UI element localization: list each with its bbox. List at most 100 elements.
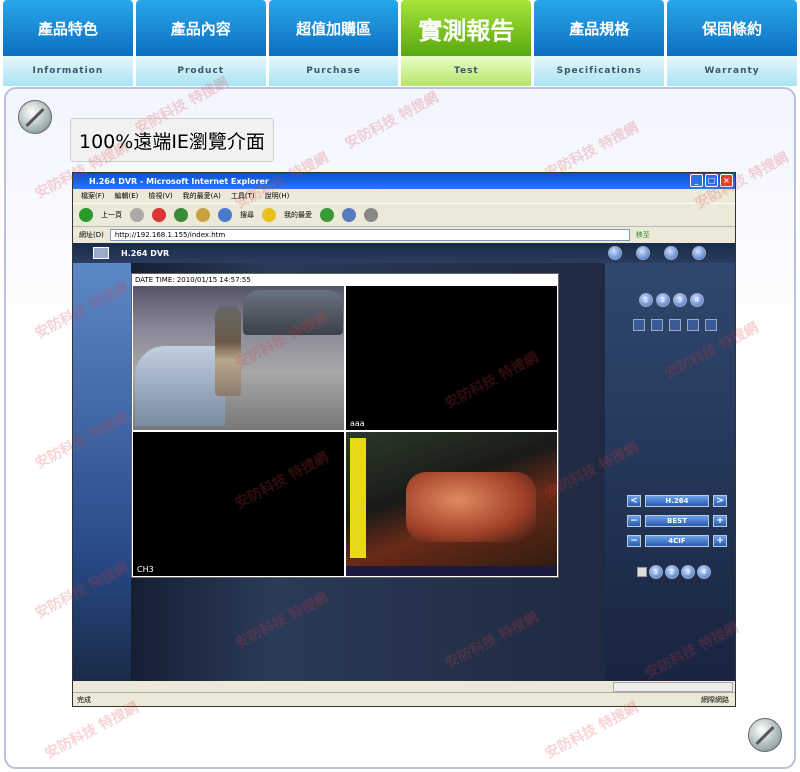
ie-menubar: 檔案(F) 編輯(E) 檢視(V) 我的最愛(A) 工具(T) 說明(H) bbox=[73, 189, 735, 203]
speaker-icon[interactable] bbox=[637, 567, 647, 577]
snapshot-icon[interactable] bbox=[705, 319, 717, 331]
tab-sublabel: Product bbox=[135, 56, 266, 86]
car-shape bbox=[243, 290, 343, 335]
tab-information[interactable]: 產品特色 Information bbox=[3, 0, 133, 86]
play-icon[interactable] bbox=[636, 246, 650, 260]
tab-label: 超值加購區 bbox=[268, 0, 399, 56]
car-shape bbox=[135, 346, 225, 426]
close-icon[interactable]: × bbox=[720, 174, 733, 187]
status-text: 完成 bbox=[77, 695, 91, 704]
url-text: http://192.168.1.155/index.htm bbox=[114, 231, 226, 239]
audio-row: 1 2 3 4 bbox=[637, 565, 711, 579]
tv-ticker bbox=[346, 566, 557, 576]
forward-icon[interactable] bbox=[130, 208, 144, 222]
audio-channel-button[interactable]: 4 bbox=[697, 565, 711, 579]
back-icon[interactable] bbox=[79, 208, 93, 222]
dvr-left-panel bbox=[73, 263, 131, 681]
minus-button[interactable]: − bbox=[627, 515, 641, 527]
window-controls: _ □ × bbox=[690, 174, 733, 187]
prev-button[interactable]: < bbox=[627, 495, 641, 507]
top-nav: 產品特色 Information 產品內容 Product 超值加購區 Purc… bbox=[0, 0, 800, 86]
home-icon[interactable] bbox=[196, 208, 210, 222]
tv-banner bbox=[350, 438, 366, 558]
favorites-label[interactable]: 我的最愛 bbox=[284, 210, 312, 220]
minus-button[interactable]: − bbox=[627, 535, 641, 547]
search-icon[interactable] bbox=[218, 208, 232, 222]
tab-specifications[interactable]: 產品規格 Specifications bbox=[534, 0, 665, 86]
history-icon[interactable] bbox=[320, 208, 334, 222]
maximize-icon[interactable]: □ bbox=[705, 174, 718, 187]
quality-row: − BEST + bbox=[627, 515, 727, 527]
single-layout-icon[interactable] bbox=[651, 319, 663, 331]
quad-layout-icon[interactable] bbox=[633, 319, 645, 331]
menu-favorites[interactable]: 我的最愛(A) bbox=[183, 191, 221, 201]
address-label: 網址(D) bbox=[79, 231, 104, 239]
refresh-icon[interactable] bbox=[174, 208, 188, 222]
codec-row: < H.264 > bbox=[627, 495, 727, 507]
camera-label: CH3 bbox=[137, 565, 154, 574]
page-caption: 100%遠端IE瀏覽介面 bbox=[70, 118, 274, 162]
channel-button[interactable]: 3 bbox=[673, 293, 687, 307]
camera-ch4[interactable] bbox=[346, 432, 557, 576]
status-zone: 網際網路 bbox=[701, 695, 729, 704]
menu-file[interactable]: 檔案(F) bbox=[81, 191, 105, 201]
tab-test[interactable]: 實測報告 Test bbox=[401, 0, 532, 86]
tab-label: 保固條約 bbox=[667, 0, 797, 56]
zoom-in-icon[interactable] bbox=[669, 319, 681, 331]
audio-channel-button[interactable]: 3 bbox=[681, 565, 695, 579]
channel-button[interactable]: 2 bbox=[656, 293, 670, 307]
zoom-out-icon[interactable] bbox=[687, 319, 699, 331]
menu-help[interactable]: 說明(H) bbox=[265, 191, 290, 201]
channel-button[interactable]: 4 bbox=[690, 293, 704, 307]
ie-toolbar: 上一頁 搜尋 我的最愛 bbox=[73, 203, 735, 227]
favorites-icon[interactable] bbox=[262, 208, 276, 222]
ie-statusbar: 完成 網際網路 bbox=[73, 692, 735, 706]
bolt-icon bbox=[748, 718, 782, 752]
ie-window: H.264 DVR - Microsoft Internet Explorer … bbox=[72, 172, 736, 707]
tab-warranty[interactable]: 保固條約 Warranty bbox=[667, 0, 797, 86]
channel-button[interactable]: 1 bbox=[639, 293, 653, 307]
resolution-value: 4CIF bbox=[645, 535, 709, 547]
tab-product[interactable]: 產品內容 Product bbox=[135, 0, 266, 86]
camera-ch2[interactable]: aaa bbox=[346, 286, 557, 430]
camera-grid: DATE TIME: 2010/01/15 14:57:55 aaa CH3 bbox=[131, 273, 559, 578]
channel-buttons: 1 2 3 4 bbox=[639, 293, 704, 307]
quality-value: BEST bbox=[645, 515, 709, 527]
network-icon[interactable] bbox=[692, 246, 706, 260]
home-icon[interactable] bbox=[608, 246, 622, 260]
tab-label: 產品內容 bbox=[135, 0, 266, 56]
dvr-title: H.264 DVR bbox=[121, 248, 170, 258]
mail-icon[interactable] bbox=[342, 208, 356, 222]
ie-addressbar: 網址(D) http://192.168.1.155/index.htm 移至 bbox=[73, 227, 735, 243]
minimize-icon[interactable]: _ bbox=[690, 174, 703, 187]
audio-channel-button[interactable]: 2 bbox=[665, 565, 679, 579]
go-button[interactable]: 移至 bbox=[636, 230, 650, 240]
resolution-row: − 4CIF + bbox=[627, 535, 727, 547]
tab-label: 產品特色 bbox=[3, 0, 133, 56]
menu-edit[interactable]: 編輯(E) bbox=[115, 191, 139, 201]
camera-ch1[interactable] bbox=[133, 286, 344, 430]
plus-button[interactable]: + bbox=[713, 515, 727, 527]
next-button[interactable]: > bbox=[713, 495, 727, 507]
url-field[interactable]: http://192.168.1.155/index.htm bbox=[109, 229, 630, 241]
print-icon[interactable] bbox=[364, 208, 378, 222]
bolt-icon bbox=[18, 100, 52, 134]
camera-label: aaa bbox=[350, 419, 365, 428]
tab-sublabel: Test bbox=[401, 56, 532, 86]
search-label[interactable]: 搜尋 bbox=[240, 210, 254, 220]
back-label[interactable]: 上一頁 bbox=[101, 210, 122, 220]
tab-sublabel: Specifications bbox=[534, 56, 665, 86]
settings-icon[interactable] bbox=[664, 246, 678, 260]
tab-purchase[interactable]: 超值加購區 Purchase bbox=[268, 0, 399, 86]
menu-tools[interactable]: 工具(T) bbox=[231, 191, 255, 201]
plus-button[interactable]: + bbox=[713, 535, 727, 547]
audio-channel-button[interactable]: 1 bbox=[649, 565, 663, 579]
tab-sublabel: Warranty bbox=[667, 56, 797, 86]
camera-ch3[interactable]: CH3 bbox=[133, 432, 344, 576]
dvr-logo-icon bbox=[93, 247, 109, 259]
horizontal-scrollbar[interactable] bbox=[613, 682, 733, 692]
stop-icon[interactable] bbox=[152, 208, 166, 222]
ie-title-text: H.264 DVR - Microsoft Internet Explorer bbox=[89, 176, 269, 186]
food-shape bbox=[406, 472, 536, 542]
menu-view[interactable]: 檢視(V) bbox=[148, 191, 172, 201]
